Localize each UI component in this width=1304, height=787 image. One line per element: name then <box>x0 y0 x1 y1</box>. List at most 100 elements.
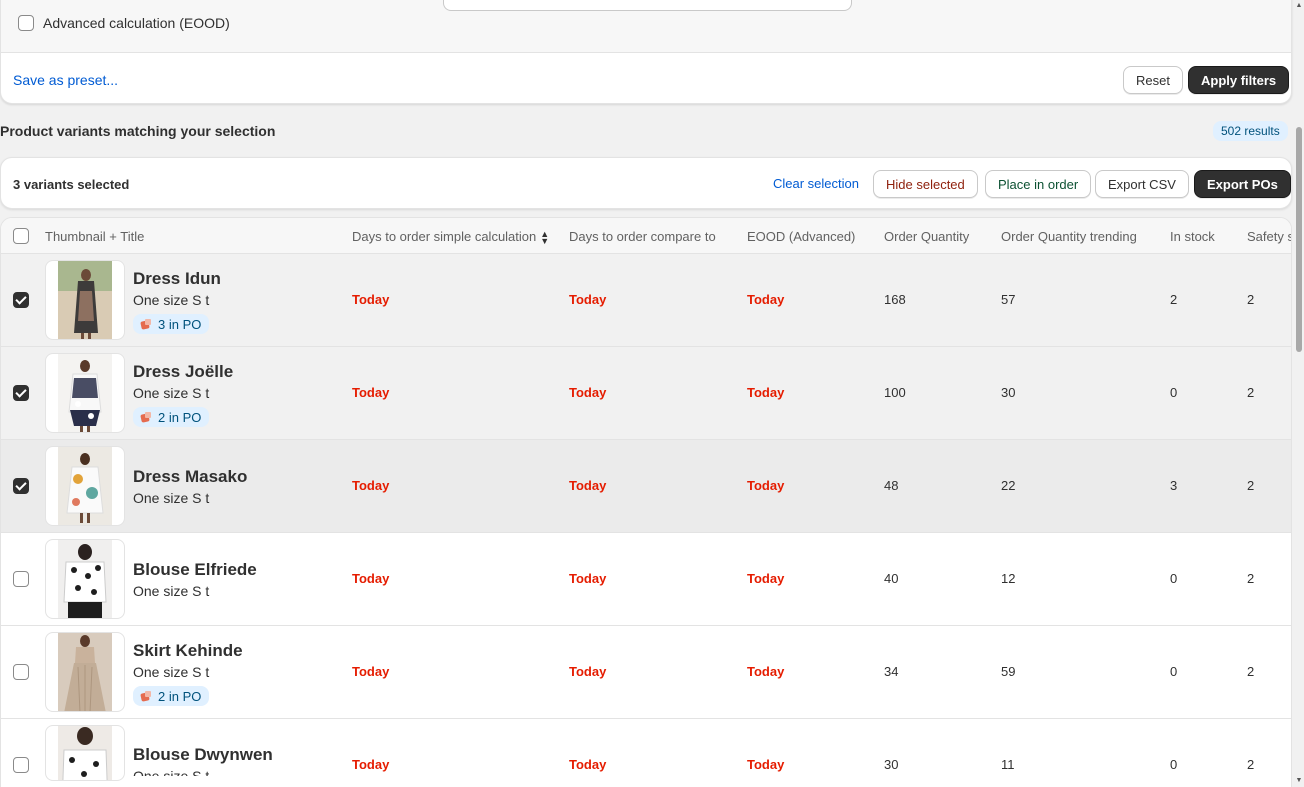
order-quantity-value: 30 <box>884 757 899 772</box>
eood-value: Today <box>747 385 785 400</box>
days-simple-value: Today <box>352 664 390 679</box>
filter-options-area: Advanced calculation (EOOD) <box>1 0 1291 53</box>
product-thumbnail <box>45 539 125 619</box>
order-quantity-value: 34 <box>884 664 899 679</box>
product-title[interactable]: Dress Idun <box>133 269 221 289</box>
order-quantity-trending-value: 11 <box>1001 757 1015 772</box>
order-quantity-trending-value: 59 <box>1001 664 1016 679</box>
table-row[interactable]: Blouse Dwynwen One size S t Today Today … <box>1 719 1291 787</box>
days-simple-value: Today <box>352 478 390 493</box>
export-csv-button[interactable]: Export CSV <box>1095 170 1189 198</box>
column-days-simple[interactable]: Days to order simple calculation ▲ ▼ <box>352 229 549 245</box>
po-badge-label: 2 in PO <box>158 409 202 425</box>
in-stock-value: 0 <box>1170 664 1178 679</box>
sort-icon[interactable]: ▲ ▼ <box>540 229 549 245</box>
results-heading: Product variants matching your selection <box>0 123 276 139</box>
select-all-checkbox[interactable] <box>13 228 29 244</box>
product-thumbnail <box>45 353 125 433</box>
export-pos-button[interactable]: Export POs <box>1194 170 1291 198</box>
table-row[interactable]: Blouse Elfriede One size S t Today Today… <box>1 533 1291 626</box>
advanced-calculation-label: Advanced calculation (EOOD) <box>43 15 230 31</box>
product-thumbnail <box>45 260 125 340</box>
table-row[interactable]: Skirt Kehinde One size S t 2 in PO Today… <box>1 626 1291 719</box>
days-compare-value: Today <box>569 478 607 493</box>
product-title[interactable]: Skirt Kehinde <box>133 641 243 661</box>
clear-selection-link[interactable]: Clear selection <box>773 176 859 191</box>
product-title[interactable]: Blouse Dwynwen <box>133 745 273 765</box>
filter-input-partial[interactable] <box>443 0 852 11</box>
order-quantity-value: 168 <box>884 292 906 307</box>
product-title[interactable]: Dress Masako <box>133 467 247 487</box>
row-checkbox[interactable] <box>13 757 29 773</box>
variant-title: One size S t <box>133 664 210 680</box>
order-quantity-trending-value: 12 <box>1001 571 1016 586</box>
scrollbar-thumb[interactable] <box>1296 127 1302 352</box>
column-title: Thumbnail + Title <box>45 229 145 244</box>
safety-stock-value: 2 <box>1247 385 1255 400</box>
days-compare-value: Today <box>569 664 607 679</box>
order-quantity-trending-value: 22 <box>1001 478 1016 493</box>
column-order-quantity: Order Quantity <box>884 229 970 244</box>
po-badge-label: 2 in PO <box>158 688 202 704</box>
eood-value: Today <box>747 478 785 493</box>
row-checkbox[interactable] <box>13 664 29 680</box>
column-days-compare: Days to order compare to <box>569 229 716 244</box>
variant-title: One size S t <box>133 768 210 776</box>
product-title[interactable]: Blouse Elfriede <box>133 560 257 580</box>
product-thumbnail <box>45 725 125 781</box>
safety-stock-value: 2 <box>1247 292 1255 307</box>
results-count-badge: 502 results <box>1213 121 1288 141</box>
days-compare-value: Today <box>569 571 607 586</box>
safety-stock-value: 2 <box>1247 757 1255 772</box>
order-quantity-value: 48 <box>884 478 899 493</box>
eood-value: Today <box>747 757 785 772</box>
order-quantity-value: 40 <box>884 571 899 586</box>
scroll-up-icon[interactable]: ▲ <box>1295 2 1303 9</box>
product-title[interactable]: Dress Joëlle <box>133 362 233 382</box>
variants-table: Thumbnail + Title Days to order simple c… <box>0 217 1292 787</box>
column-in-stock: In stock <box>1170 229 1215 244</box>
table-row[interactable]: Dress Joëlle One size S t 2 in PO Today … <box>1 347 1291 440</box>
reset-button[interactable]: Reset <box>1123 66 1183 94</box>
eood-value: Today <box>747 292 785 307</box>
variant-title: One size S t <box>133 583 210 599</box>
save-preset-link[interactable]: Save as preset... <box>13 72 118 88</box>
safety-stock-value: 2 <box>1247 478 1255 493</box>
in-stock-value: 3 <box>1170 478 1178 493</box>
days-compare-value: Today <box>569 385 607 400</box>
advanced-calculation-option[interactable]: Advanced calculation (EOOD) <box>18 15 230 31</box>
column-days-simple-label: Days to order simple calculation <box>352 229 537 244</box>
apply-filters-button[interactable]: Apply filters <box>1188 66 1290 94</box>
days-simple-value: Today <box>352 757 390 772</box>
in-stock-value: 0 <box>1170 757 1178 772</box>
column-order-quantity-trending: Order Quantity trending <box>1001 229 1137 244</box>
in-stock-value: 0 <box>1170 571 1178 586</box>
package-icon <box>140 690 152 702</box>
table-header: Thumbnail + Title Days to order simple c… <box>1 218 1291 254</box>
row-checkbox[interactable] <box>13 292 29 308</box>
days-simple-value: Today <box>352 292 390 307</box>
po-badge-label: 3 in PO <box>158 316 202 332</box>
package-icon <box>140 318 152 330</box>
advanced-calculation-checkbox[interactable] <box>18 15 34 31</box>
days-simple-value: Today <box>352 385 390 400</box>
po-badge: 2 in PO <box>133 686 210 706</box>
po-badge: 3 in PO <box>133 314 210 334</box>
column-safety-stock: Safety s <box>1247 229 1292 244</box>
order-quantity-value: 100 <box>884 385 906 400</box>
selection-count: 3 variants selected <box>13 177 130 192</box>
row-checkbox[interactable] <box>13 571 29 587</box>
product-thumbnail <box>45 446 125 526</box>
table-row[interactable]: Dress Masako One size S t Today Today To… <box>1 440 1291 533</box>
safety-stock-value: 2 <box>1247 571 1255 586</box>
in-stock-value: 2 <box>1170 292 1178 307</box>
hide-selected-button[interactable]: Hide selected <box>873 170 978 198</box>
row-checkbox[interactable] <box>13 385 29 401</box>
row-checkbox[interactable] <box>13 478 29 494</box>
scroll-down-icon[interactable]: ▼ <box>1295 777 1303 784</box>
in-stock-value: 0 <box>1170 385 1178 400</box>
days-simple-value: Today <box>352 571 390 586</box>
page-scrollbar[interactable]: ▲ ▼ <box>1294 0 1304 787</box>
table-row[interactable]: Dress Idun One size S t 3 in PO Today To… <box>1 254 1291 347</box>
place-in-order-button[interactable]: Place in order <box>985 170 1092 198</box>
